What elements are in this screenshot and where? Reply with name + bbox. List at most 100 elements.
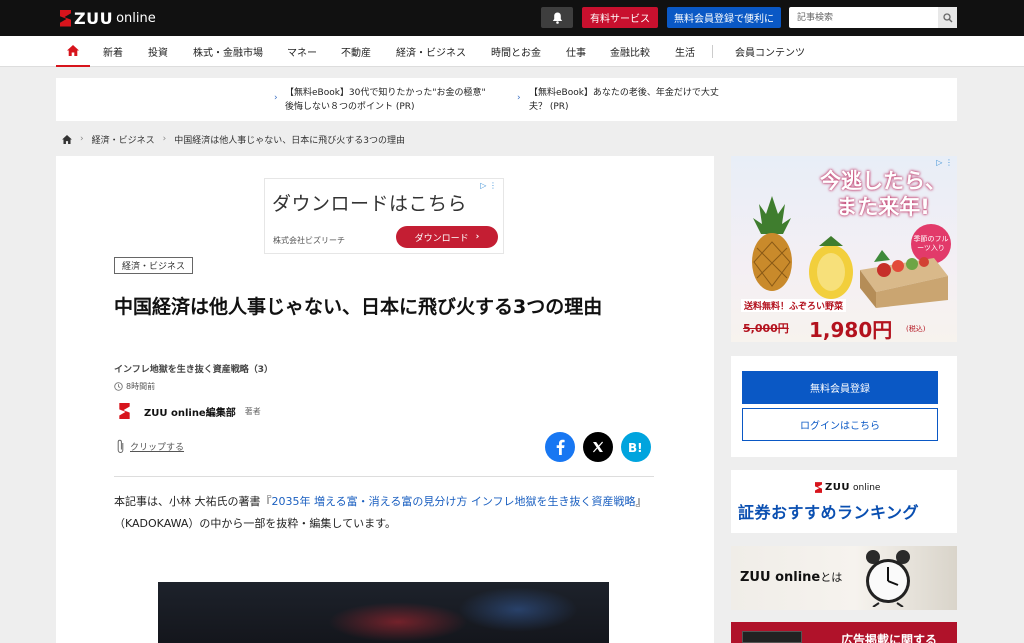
author-name[interactable]: ZUU online編集部 <box>144 404 236 419</box>
about-banner[interactable]: ZUU onlineとは <box>731 546 957 610</box>
facebook-icon <box>556 439 565 455</box>
publish-time-text: 8時間前 <box>126 382 156 391</box>
fruit-ad-headline-1: 今逃したら、 <box>820 169 946 193</box>
promo-bar: › 【無料eBook】30代で知りたかった"お金の極意" 後悔しない８つのポイン… <box>56 78 957 121</box>
price-strip: 送料無料！ふぞろい野菜 5,000円 1,980円 (税込) <box>731 296 957 342</box>
nav-item-life[interactable]: 生活 <box>675 36 695 67</box>
search-input[interactable] <box>789 7 937 28</box>
promo-link-1[interactable]: 【無料eBook】30代で知りたかった"お金の極意" 後悔しない８つのポイント … <box>285 86 486 114</box>
alarm-clock-image <box>866 550 910 607</box>
x-share-button[interactable] <box>583 432 613 462</box>
logo-zuu-text: ZUU <box>74 8 114 28</box>
fruit-ad-headline-2: また来年! <box>836 195 930 219</box>
nav-item-work[interactable]: 仕事 <box>566 36 586 67</box>
nav-item-member-content[interactable]: 会員コンテンツ <box>735 36 805 67</box>
category-tag[interactable]: 経済・ビジネス <box>114 257 194 274</box>
ad-placement-banner[interactable]: 広告掲載に関する <box>731 622 957 643</box>
author[interactable]: ZUU online編集部 著者 <box>114 401 261 421</box>
new-price: 1,980円 <box>809 318 893 342</box>
site-logo[interactable]: ZUU online <box>60 8 156 28</box>
nav-item-invest[interactable]: 投資 <box>148 36 168 67</box>
search-button[interactable] <box>938 7 957 28</box>
promo-link-2-line2: 夫？ (PR) <box>529 102 569 112</box>
logo-online-text: online <box>116 10 156 26</box>
fruit-ad-headline: 今逃したら、 また来年! <box>813 168 953 220</box>
notification-button[interactable] <box>541 7 573 28</box>
ranking-logo-online: online <box>853 482 881 493</box>
chevron-right-icon: › <box>475 232 480 242</box>
ranking-title: 証券おすすめランキング <box>738 503 920 522</box>
home-icon <box>67 45 79 56</box>
promo-link-2-line1: 【無料eBook】あなたの老後、年金だけで大丈 <box>529 88 719 98</box>
breadcrumb-item-current: 中国経済は他人事じゃない、日本に飛び火する3つの理由 <box>174 135 405 146</box>
promo-link-2[interactable]: 【無料eBook】あなたの老後、年金だけで大丈 夫？ (PR) <box>529 86 719 114</box>
clip-label: クリップする <box>130 442 185 453</box>
zuu-logo-icon <box>118 403 130 419</box>
ranking-logo-zuu: ZUU <box>825 482 850 493</box>
ad-choices-icon[interactable]: ▷ ⋮ <box>480 181 497 190</box>
facebook-share-button[interactable] <box>545 432 575 462</box>
nav-item-money[interactable]: マネー <box>287 36 317 67</box>
promo-link-1-line2: 後悔しない８つのポイント (PR) <box>285 102 415 112</box>
ad-banner-text: 広告掲載に関する <box>841 633 938 643</box>
top-bar: ZUU online 有料サービス 無料会員登録で便利に <box>0 0 1024 36</box>
about-name: ZUU online <box>740 570 821 585</box>
article-body: 本記事は、小林 大祐氏の著書『2035年 増える富・消える富の見分け方 インフレ… <box>114 491 659 535</box>
ad-title: ダウンロードはこちら <box>272 193 468 215</box>
zuu-logo-icon <box>815 482 822 493</box>
article-title: 中国経済は他人事じゃない、日本に飛び火する3つの理由 <box>114 296 603 318</box>
nav-separator <box>712 45 713 58</box>
member-panel: 無料会員登録 ログインはこちら <box>731 356 957 457</box>
ad-download-label: ダウンロード <box>414 233 469 244</box>
x-icon <box>592 441 604 453</box>
article-subtitle: インフレ地獄を生き抜く資産戦略（3） <box>114 365 273 375</box>
nav-item-realestate[interactable]: 不動産 <box>341 36 371 67</box>
home-icon[interactable] <box>62 134 72 144</box>
nav-home[interactable] <box>56 36 90 67</box>
about-label: ZUU onlineとは <box>740 569 842 585</box>
ad-download-button[interactable]: ダウンロード › <box>396 226 498 248</box>
book-link[interactable]: 2035年 増える富・消える富の見分け方 インフレ地獄を生き抜く資産戦略 <box>272 495 636 508</box>
author-role: 著者 <box>244 406 261 416</box>
ad-company: 株式会社ビズリーチ <box>273 236 345 245</box>
hatena-bookmark-icon: B! <box>628 441 643 453</box>
breadcrumb-item-category[interactable]: 経済・ビジネス <box>92 133 155 146</box>
nav-item-stocks[interactable]: 株式・金融市場 <box>193 36 263 67</box>
ranking-logo: ZUU online <box>815 482 880 493</box>
free-signup-button[interactable]: 無料会員登録で便利に <box>667 7 781 28</box>
login-button[interactable]: ログインはこちら <box>742 408 938 441</box>
clip-button[interactable]: クリップする <box>116 437 184 455</box>
shipping-text: 送料無料！ふぞろい野菜 <box>741 299 847 312</box>
ranking-banner[interactable]: ZUU online 証券おすすめランキング <box>731 470 957 533</box>
fruit-ad[interactable]: ▷ ⋮ 今逃したら、 また来年! 季節のフルーツ入り 送料無料！ふぞろい野菜 5… <box>731 156 957 342</box>
pineapple-slice-image <box>809 236 853 299</box>
old-price: 5,000円 <box>743 322 789 335</box>
author-avatar <box>114 401 134 421</box>
tax-label: (税込) <box>906 325 926 333</box>
download-ad[interactable]: ▷ ⋮ ダウンロードはこちら 株式会社ビズリーチ ダウンロード › <box>264 178 504 254</box>
breadcrumb-separator-icon: › <box>80 134 84 144</box>
member-signup-button[interactable]: 無料会員登録 <box>742 371 938 404</box>
paid-service-button[interactable]: 有料サービス <box>582 7 658 28</box>
search-box <box>789 7 957 28</box>
article-main: ▷ ⋮ ダウンロードはこちら 株式会社ビズリーチ ダウンロード › 経済・ビジネ… <box>56 156 714 643</box>
ad-choices-icon[interactable]: ▷ ⋮ <box>936 158 953 167</box>
breadcrumb: › 経済・ビジネス › 中国経済は他人事じゃない、日本に飛び火する3つの理由 <box>62 133 405 146</box>
svg-text:B!: B! <box>628 441 643 453</box>
nav-item-business[interactable]: 経済・ビジネス <box>396 36 466 67</box>
chevron-right-icon: › <box>274 93 278 103</box>
search-icon <box>942 12 952 22</box>
promo-link-1-line1: 【無料eBook】30代で知りたかった"お金の極意" <box>285 88 486 98</box>
chevron-right-icon: › <box>517 93 521 103</box>
nav-item-new[interactable]: 新着 <box>103 36 123 67</box>
clock-icon <box>114 382 123 391</box>
nav-item-time-money[interactable]: 時間とお金 <box>491 36 541 67</box>
nav-item-compare[interactable]: 金融比較 <box>610 36 650 67</box>
hatena-bookmark-button[interactable]: B! <box>621 432 651 462</box>
breadcrumb-separator-icon: › <box>162 134 167 144</box>
pineapple-image <box>752 196 792 291</box>
paperclip-icon <box>117 439 124 453</box>
main-nav: 新着 投資 株式・金融市場 マネー 不動産 経済・ビジネス 時間とお金 仕事 金… <box>0 36 1024 67</box>
about-suffix: とは <box>820 571 843 584</box>
article-divider <box>114 476 654 477</box>
